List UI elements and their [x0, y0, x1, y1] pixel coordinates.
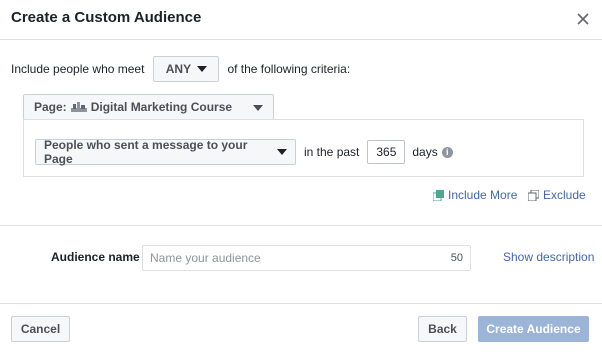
info-icon[interactable]: i [441, 146, 453, 158]
create-custom-audience-dialog: Create a Custom Audience Include people … [0, 0, 602, 352]
close-icon[interactable] [575, 11, 591, 27]
audience-name-input[interactable] [150, 251, 451, 265]
in-the-past-label: in the past [304, 145, 360, 159]
exclude-icon [528, 189, 539, 201]
include-more-icon [433, 189, 444, 201]
event-type-dropdown[interactable]: People who sent a message to your Page [35, 138, 296, 166]
criteria-prefix: Include people who meet [11, 62, 145, 76]
footer-divider [0, 303, 602, 304]
page-selector-label: Page: [34, 100, 67, 114]
criteria-line: Include people who meet ANY of the follo… [11, 56, 350, 82]
criteria-suffix: of the following criteria: [227, 62, 351, 76]
exclude-link[interactable]: Exclude [528, 187, 586, 203]
match-type-dropdown[interactable]: ANY [153, 56, 220, 82]
section-divider [0, 225, 602, 226]
character-counter: 50 [450, 252, 463, 264]
match-type-value: ANY [165, 62, 192, 76]
page-selector-dropdown[interactable]: Page: Digital Marketing Course [23, 94, 274, 120]
rule-box: People who sent a message to your Page i… [23, 119, 584, 177]
rule-line: People who sent a message to your Page i… [35, 138, 453, 166]
chevron-down-icon [277, 149, 287, 155]
include-more-link[interactable]: Include More [433, 187, 517, 203]
days-label: days [412, 145, 438, 159]
show-description-link[interactable]: Show description [503, 250, 594, 264]
page-selector-value: Digital Marketing Course [90, 100, 233, 114]
exclude-label: Exclude [543, 188, 586, 202]
days-input[interactable] [367, 140, 406, 164]
audience-name-field[interactable]: 50 [142, 245, 471, 271]
include-more-label: Include More [448, 188, 518, 202]
dialog-header: Create a Custom Audience [0, 0, 602, 40]
dialog-title: Create a Custom Audience [11, 9, 202, 26]
event-type-value: People who sent a message to your Page [44, 138, 248, 166]
back-button[interactable]: Back [418, 316, 467, 342]
create-audience-button[interactable]: Create Audience [478, 316, 589, 342]
audience-name-label: Audience name [51, 250, 140, 264]
chevron-down-icon [253, 105, 263, 111]
page-flag-icon [70, 102, 87, 112]
chevron-down-icon [197, 66, 208, 72]
cancel-button[interactable]: Cancel [11, 316, 70, 342]
